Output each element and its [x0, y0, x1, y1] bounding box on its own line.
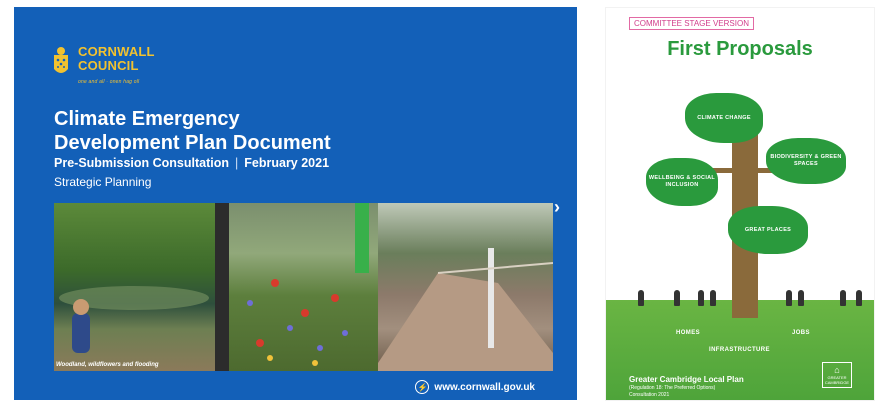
plan-name: Greater Cambridge Local Plan	[629, 375, 744, 384]
subtitle-row: Pre-Submission Consultation | February 2…	[54, 156, 329, 170]
consultation-label: Pre-Submission Consultation	[54, 156, 230, 170]
globe-icon: ⚡	[415, 380, 430, 394]
homes-label: HOMES	[676, 330, 701, 336]
consultation-date: February 2021	[244, 156, 330, 170]
person-icon	[674, 290, 680, 306]
person-icon	[798, 290, 804, 306]
logo-line2: COUNCIL	[78, 58, 139, 73]
logo-motto: one and all · onen hag oll	[78, 79, 140, 85]
building-icon: ⌂	[834, 365, 840, 375]
jobs-label: JOBS	[792, 330, 810, 336]
website-url[interactable]: www.cornwall.gov.uk	[434, 382, 535, 393]
stage-badge: COMMITTEE STAGE VERSION	[629, 17, 754, 30]
wildflowers-photo	[215, 203, 378, 371]
wellbeing-cloud: WELLBEING & SOCIAL INCLUSION	[646, 158, 718, 206]
cambridge-document-cover[interactable]: COMMITTEE STAGE VERSION First Proposals …	[605, 7, 875, 401]
title-line1: Climate Emergency	[54, 108, 240, 130]
website-link[interactable]: ⚡ www.cornwall.gov.uk	[415, 380, 535, 394]
woodland-photo: Woodland, wildflowers and flooding	[54, 203, 215, 371]
flooding-photo	[378, 203, 553, 371]
cornwall-document-cover[interactable]: CORNWALL COUNCIL one and all · onen hag …	[14, 7, 577, 400]
title-line2: Development Plan Document	[54, 132, 331, 154]
document-title: Climate Emergency Development Plan Docum…	[54, 107, 331, 155]
person-icon	[786, 290, 792, 306]
logo-text: GREATER CAMBRIDGE	[824, 375, 850, 385]
person-icon	[856, 290, 862, 306]
plan-consultation: Consultation 2021	[629, 392, 670, 398]
department-label: Strategic Planning	[54, 175, 152, 189]
person-icon	[840, 290, 846, 306]
greater-cambridge-logo: ⌂ GREATER CAMBRIDGE	[822, 362, 852, 388]
next-slide-button[interactable]: ›	[554, 197, 560, 218]
plan-regulation: (Regulation 18: The Preferred Options)	[629, 385, 716, 391]
cornwall-council-logo: CORNWALL COUNCIL one and all · onen hag …	[50, 45, 155, 89]
biodiversity-cloud: BIODIVERSITY & GREEN SPACES	[766, 138, 846, 184]
infrastructure-label: INFRASTRUCTURE	[709, 347, 770, 353]
great-places-cloud: GREAT PLACES	[728, 206, 808, 254]
plan-footer: Greater Cambridge Local Plan (Regulation…	[629, 375, 744, 398]
logo-line1: CORNWALL	[78, 44, 155, 59]
photo-caption: Woodland, wildflowers and flooding	[56, 362, 159, 368]
person-icon	[698, 290, 704, 306]
crest-icon	[54, 47, 68, 73]
photo-strip: Woodland, wildflowers and flooding	[54, 203, 553, 371]
subtitle-separator: |	[235, 156, 239, 170]
person-icon	[710, 290, 716, 306]
people-silhouettes	[628, 284, 868, 306]
climate-change-cloud: CLIMATE CHANGE	[685, 93, 763, 143]
document-title: First Proposals	[667, 38, 813, 60]
person-icon	[638, 290, 644, 306]
